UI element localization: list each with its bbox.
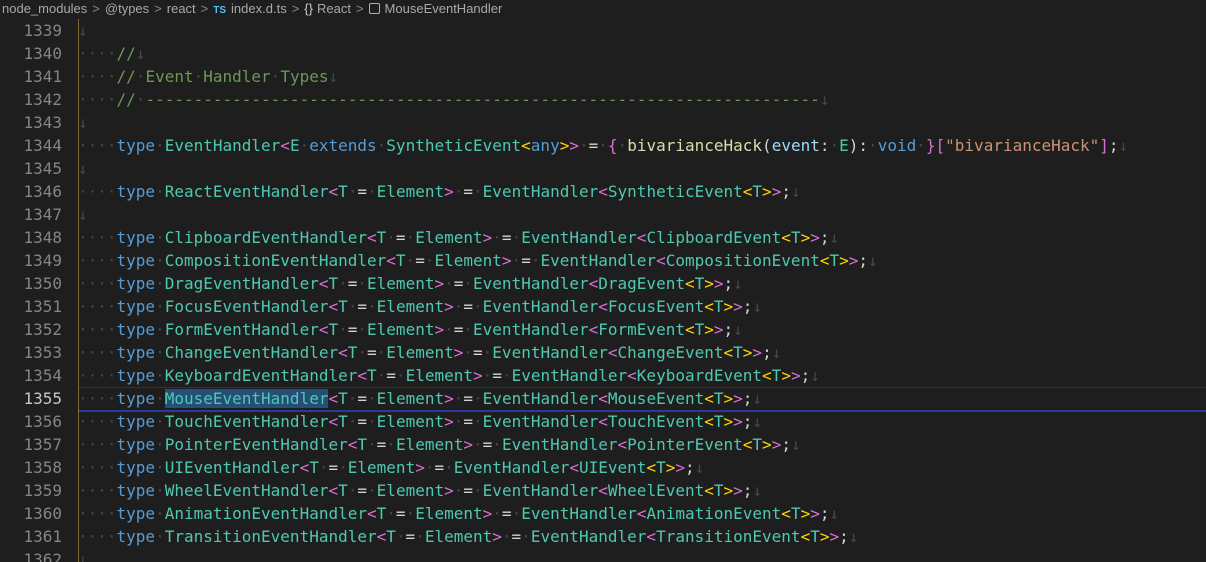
code-line[interactable]: 1345 ↓ (0, 157, 1206, 180)
code-line[interactable]: 1350 ····type·DragEventHandler<T·=·Elemen… (0, 272, 1206, 295)
line-number: 1339 (23, 21, 62, 40)
code-line[interactable]: 1359 ····type·WheelEventHandler<T·=·Eleme… (0, 479, 1206, 502)
line-number: 1344 (23, 136, 62, 155)
code-text: ····type·AnimationEventHandler<T·=·Eleme… (78, 504, 840, 523)
code-text: ····type·FocusEventHandler<T·=·Element>·… (78, 297, 763, 316)
breadcrumb-item-file[interactable]: TS index.d.ts (211, 1, 288, 16)
chevron-right-icon: > (355, 0, 364, 16)
code-text: ····type·PointerEventHandler<T·=·Element… (78, 435, 801, 454)
code-line[interactable]: 1354 ····type·KeyboardEventHandler<T·=·El… (0, 364, 1206, 387)
code-text: ····type·KeyboardEventHandler<T·=·Elemen… (78, 366, 820, 385)
code-line[interactable]: 1346 ····type·ReactEventHandler<T·=·Eleme… (0, 180, 1206, 203)
typescript-file-icon: TS (213, 4, 227, 16)
code-line[interactable]: 1339 ↓ (0, 19, 1206, 42)
line-number: 1346 (23, 182, 62, 201)
breadcrumb-item-types[interactable]: @types (103, 1, 151, 16)
code-text: ····type·CompositionEventHandler<T·=·Ele… (78, 251, 878, 270)
line-number: 1350 (23, 274, 62, 293)
code-line[interactable]: 1361 ····type·TransitionEventHandler<T·=·… (0, 525, 1206, 548)
code-text: ····type·TransitionEventHandler<T·=·Elem… (78, 527, 859, 546)
breadcrumb-symbol-label: MouseEventHandler (384, 0, 503, 16)
code-text: ····type·ReactEventHandler<T·=·Element>·… (78, 182, 801, 201)
line-number: 1352 (23, 320, 62, 339)
code-line[interactable]: 1351 ····type·FocusEventHandler<T·=·Eleme… (0, 295, 1206, 318)
code-line[interactable]: 1342 ····//·-----------------------------… (0, 88, 1206, 111)
breadcrumb-item-react-folder[interactable]: react (165, 1, 198, 16)
code-text: ····type·WheelEventHandler<T·=·Element>·… (78, 481, 763, 500)
code-line[interactable]: 1355 ····type·MouseEventHandler<T·=·Eleme… (0, 387, 1206, 412)
type-symbol-icon (368, 2, 380, 14)
line-number: 1359 (23, 481, 62, 500)
code-editor[interactable]: 1339 ↓ 1340 ····//↓ 1341 ····//·Event·Handler… (0, 19, 1206, 562)
breadcrumb-file-label: index.d.ts (231, 0, 287, 16)
code-text: ↓ (78, 550, 88, 562)
line-number: 1351 (23, 297, 62, 316)
line-number: 1356 (23, 412, 62, 431)
code-text: ↓ (78, 159, 88, 178)
line-number: 1358 (23, 458, 62, 477)
code-line[interactable]: 1358 ····type·UIEventHandler<T·=·Element>… (0, 456, 1206, 479)
code-text: ↓ (78, 21, 88, 40)
line-number: 1341 (23, 67, 62, 86)
line-number: 1347 (23, 205, 62, 224)
code-text: ····//·---------------------------------… (78, 90, 830, 109)
chevron-right-icon: > (154, 0, 162, 16)
line-number: 1353 (23, 343, 62, 362)
code-line[interactable]: 1349 ····type·CompositionEventHandler<T·=… (0, 249, 1206, 272)
code-line[interactable]: 1356 ····type·TouchEventHandler<T·=·Eleme… (0, 410, 1206, 433)
breadcrumb-item-namespace[interactable]: {} React (302, 1, 353, 16)
code-text: ····type·TouchEventHandler<T·=·Element>·… (78, 412, 763, 431)
code-line[interactable]: 1340 ····//↓ (0, 42, 1206, 65)
code-line[interactable]: 1360 ····type·AnimationEventHandler<T·=·E… (0, 502, 1206, 525)
line-number: 1362 (23, 550, 62, 562)
code-text: ····type·UIEventHandler<T·=·Element>·=·E… (78, 458, 705, 477)
code-line[interactable]: 1348 ····type·ClipboardEventHandler<T·=·E… (0, 226, 1206, 249)
line-number: 1354 (23, 366, 62, 385)
chevron-right-icon: > (200, 0, 209, 16)
code-line[interactable]: 1341 ····//·Event·Handler·Types↓ (0, 65, 1206, 88)
line-number: 1340 (23, 44, 62, 63)
code-line[interactable]: 1347 ↓ (0, 203, 1206, 226)
breadcrumb-item-symbol[interactable]: MouseEventHandler (367, 1, 505, 16)
chevron-right-icon: > (92, 0, 100, 16)
code-text: ····type·FormEventHandler<T·=·Element>·=… (78, 320, 743, 339)
line-number: 1348 (23, 228, 62, 247)
code-line[interactable]: 1357 ····type·PointerEventHandler<T·=·Ele… (0, 433, 1206, 456)
line-number: 1343 (23, 113, 62, 132)
code-text: ↓ (78, 113, 88, 132)
code-text: ↓ (78, 205, 88, 224)
code-line[interactable]: 1344 ····type·EventHandler<E·extends·Synt… (0, 134, 1206, 157)
namespace-icon: {} (304, 0, 313, 16)
breadcrumb-item-node-modules[interactable]: node_modules (0, 1, 89, 16)
code-text: ····type·ChangeEventHandler<T·=·Element>… (78, 343, 782, 362)
line-number: 1360 (23, 504, 62, 523)
code-line[interactable]: 1353 ····type·ChangeEventHandler<T·=·Elem… (0, 341, 1206, 364)
line-number: 1345 (23, 159, 62, 178)
code-line[interactable]: 1343 ↓ (0, 111, 1206, 134)
line-number: 1355 (23, 389, 62, 408)
line-number: 1361 (23, 527, 62, 546)
code-text: ····type·ClipboardEventHandler<T·=·Eleme… (78, 228, 840, 247)
chevron-right-icon: > (291, 0, 300, 16)
code-text: ····type·EventHandler<E·extends·Syntheti… (78, 136, 1129, 155)
line-number: 1349 (23, 251, 62, 270)
breadcrumb: node_modules > @types > react > TS index.… (0, 0, 1206, 16)
code-line[interactable]: 1362 ↓ (0, 548, 1206, 562)
code-text: ····type·MouseEventHandler<T·=·Element>·… (78, 389, 763, 408)
code-text: ····type·DragEventHandler<T·=·Element>·=… (78, 274, 743, 293)
code-text: ····//·Event·Handler·Types↓ (78, 67, 339, 86)
line-number: 1342 (23, 90, 62, 109)
line-number: 1357 (23, 435, 62, 454)
code-text: ····//↓ (78, 44, 146, 63)
code-line[interactable]: 1352 ····type·FormEventHandler<T·=·Elemen… (0, 318, 1206, 341)
breadcrumb-namespace-label: React (316, 0, 351, 16)
